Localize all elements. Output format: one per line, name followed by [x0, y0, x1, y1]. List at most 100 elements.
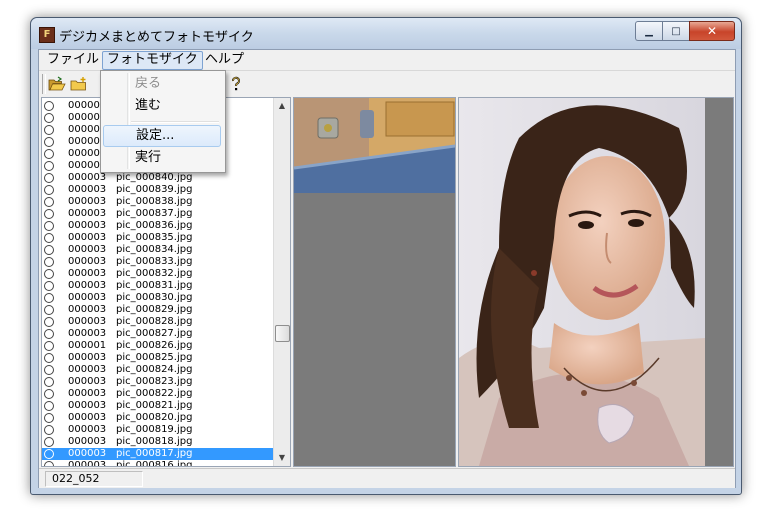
radio-circle-icon[interactable]	[44, 209, 54, 219]
title-bar[interactable]: F デジカメまとめてフォトモザイク ▁ □ ✕	[31, 18, 741, 49]
radio-circle-icon[interactable]	[44, 149, 54, 159]
file-list-row[interactable]: 000003 pic_000827.jpg	[42, 328, 274, 340]
file-list-row[interactable]: 000003 pic_000823.jpg	[42, 376, 274, 388]
portrait-photo-image	[459, 98, 705, 466]
close-button[interactable]: ✕	[689, 21, 735, 41]
radio-circle-icon[interactable]	[44, 113, 54, 123]
file-list-row[interactable]: 000003 pic_000819.jpg	[42, 424, 274, 436]
menu-photomosaic[interactable]: フォトモザイク	[102, 51, 203, 70]
radio-circle-icon[interactable]	[44, 365, 54, 375]
radio-circle-icon[interactable]	[44, 245, 54, 255]
radio-circle-icon[interactable]	[44, 281, 54, 291]
radio-circle-icon[interactable]	[44, 101, 54, 111]
scroll-thumb[interactable]	[275, 325, 290, 342]
row-count: 000001	[68, 340, 107, 351]
file-list-row[interactable]: 000003 pic_000824.jpg	[42, 364, 274, 376]
radio-circle-icon[interactable]	[44, 269, 54, 279]
row-count: 000003	[68, 268, 107, 279]
scroll-up-arrow[interactable]: ▲	[274, 98, 290, 114]
row-filename: pic_000827.jpg	[116, 328, 193, 339]
radio-circle-icon[interactable]	[44, 317, 54, 327]
row-count: 000003	[68, 244, 107, 255]
radio-circle-icon[interactable]	[44, 221, 54, 231]
radio-circle-icon[interactable]	[44, 437, 54, 447]
file-list-row[interactable]: 000003 pic_000837.jpg	[42, 208, 274, 220]
tile-preview-pane	[293, 97, 456, 467]
file-list-row[interactable]: 000003 pic_000830.jpg	[42, 292, 274, 304]
minimize-button[interactable]: ▁	[635, 21, 662, 41]
radio-circle-icon[interactable]	[44, 401, 54, 411]
radio-circle-icon[interactable]	[44, 413, 54, 423]
radio-circle-icon[interactable]	[44, 353, 54, 363]
file-list-row[interactable]: 000003 pic_000829.jpg	[42, 304, 274, 316]
menu-item-settings[interactable]: 設定...	[103, 125, 221, 147]
file-list-row[interactable]: 000003 pic_000836.jpg	[42, 220, 274, 232]
radio-circle-icon[interactable]	[44, 137, 54, 147]
row-filename: pic_000837.jpg	[116, 208, 193, 219]
file-list-row[interactable]: 000003 pic_000817.jpg	[42, 448, 274, 460]
row-filename: pic_000840.jpg	[116, 172, 193, 183]
app-icon: F	[39, 27, 55, 43]
file-list-row[interactable]: 000003 pic_000832.jpg	[42, 268, 274, 280]
radio-circle-icon[interactable]	[44, 185, 54, 195]
new-folder-icon	[70, 77, 86, 91]
row-filename: pic_000834.jpg	[116, 244, 193, 255]
radio-circle-icon[interactable]	[44, 425, 54, 435]
file-list-row[interactable]: 000003 pic_000839.jpg	[42, 184, 274, 196]
row-filename: pic_000818.jpg	[116, 436, 193, 447]
radio-circle-icon[interactable]	[44, 257, 54, 267]
radio-circle-icon[interactable]	[44, 197, 54, 207]
file-list-row[interactable]: 000003 pic_000828.jpg	[42, 316, 274, 328]
radio-circle-icon[interactable]	[44, 449, 54, 459]
row-filename: pic_000824.jpg	[116, 364, 193, 375]
file-list-row[interactable]: 000003 pic_000822.jpg	[42, 388, 274, 400]
file-list-row[interactable]: 000003 pic_000831.jpg	[42, 280, 274, 292]
menu-help[interactable]: ヘルプ	[201, 51, 248, 68]
radio-circle-icon[interactable]	[44, 125, 54, 135]
file-list-row[interactable]: 000003 pic_000818.jpg	[42, 436, 274, 448]
row-count: 000003	[68, 364, 107, 375]
radio-circle-icon[interactable]	[44, 233, 54, 243]
radio-circle-icon[interactable]	[44, 461, 54, 466]
maximize-button[interactable]: □	[662, 21, 689, 41]
tile-thumbnail-image	[294, 98, 455, 193]
radio-circle-icon[interactable]	[44, 377, 54, 387]
new-folder-button[interactable]	[69, 74, 89, 94]
radio-circle-icon[interactable]	[44, 305, 54, 315]
file-list-row[interactable]: 000003 pic_000821.jpg	[42, 400, 274, 412]
file-list-row[interactable]: 000003 pic_000840.jpg	[42, 172, 274, 184]
help-button[interactable]	[226, 74, 246, 94]
menu-bar: ファイル フォトモザイク ヘルプ	[39, 50, 735, 70]
row-count: 000003	[68, 196, 107, 207]
file-list-scrollbar[interactable]: ▲ ▼	[273, 98, 290, 466]
file-list-row[interactable]: 000003 pic_000835.jpg	[42, 232, 274, 244]
file-list-row[interactable]: 000003 pic_000834.jpg	[42, 244, 274, 256]
row-count: 000003	[68, 412, 107, 423]
open-folder-button[interactable]	[47, 74, 67, 94]
menu-item-forward[interactable]: 進む	[103, 95, 221, 117]
row-filename: pic_000836.jpg	[116, 220, 193, 231]
row-filename: pic_000823.jpg	[116, 376, 193, 387]
help-icon	[232, 76, 240, 91]
file-list-row[interactable]: 000003 pic_000820.jpg	[42, 412, 274, 424]
radio-circle-icon[interactable]	[44, 341, 54, 351]
radio-circle-icon[interactable]	[44, 173, 54, 183]
file-list-row[interactable]: 000003 pic_000816.jpg	[42, 460, 274, 466]
row-filename: pic_000825.jpg	[116, 352, 193, 363]
scroll-down-arrow[interactable]: ▼	[274, 450, 290, 466]
radio-circle-icon[interactable]	[44, 293, 54, 303]
radio-circle-icon[interactable]	[44, 161, 54, 171]
row-filename: pic_000817.jpg	[116, 448, 193, 459]
file-list-row[interactable]: 000003 pic_000838.jpg	[42, 196, 274, 208]
file-list-row[interactable]: 000003 pic_000825.jpg	[42, 352, 274, 364]
file-list-row[interactable]: 000001 pic_000826.jpg	[42, 340, 274, 352]
radio-circle-icon[interactable]	[44, 329, 54, 339]
radio-circle-icon[interactable]	[44, 389, 54, 399]
open-folder-icon	[48, 76, 66, 91]
menu-file[interactable]: ファイル	[43, 51, 103, 68]
menu-item-settings-label: 設定...	[136, 128, 175, 143]
file-list-row[interactable]: 000003 pic_000833.jpg	[42, 256, 274, 268]
row-count: 000003	[68, 316, 107, 327]
row-count: 000003	[68, 388, 107, 399]
menu-item-run[interactable]: 実行	[103, 147, 221, 169]
